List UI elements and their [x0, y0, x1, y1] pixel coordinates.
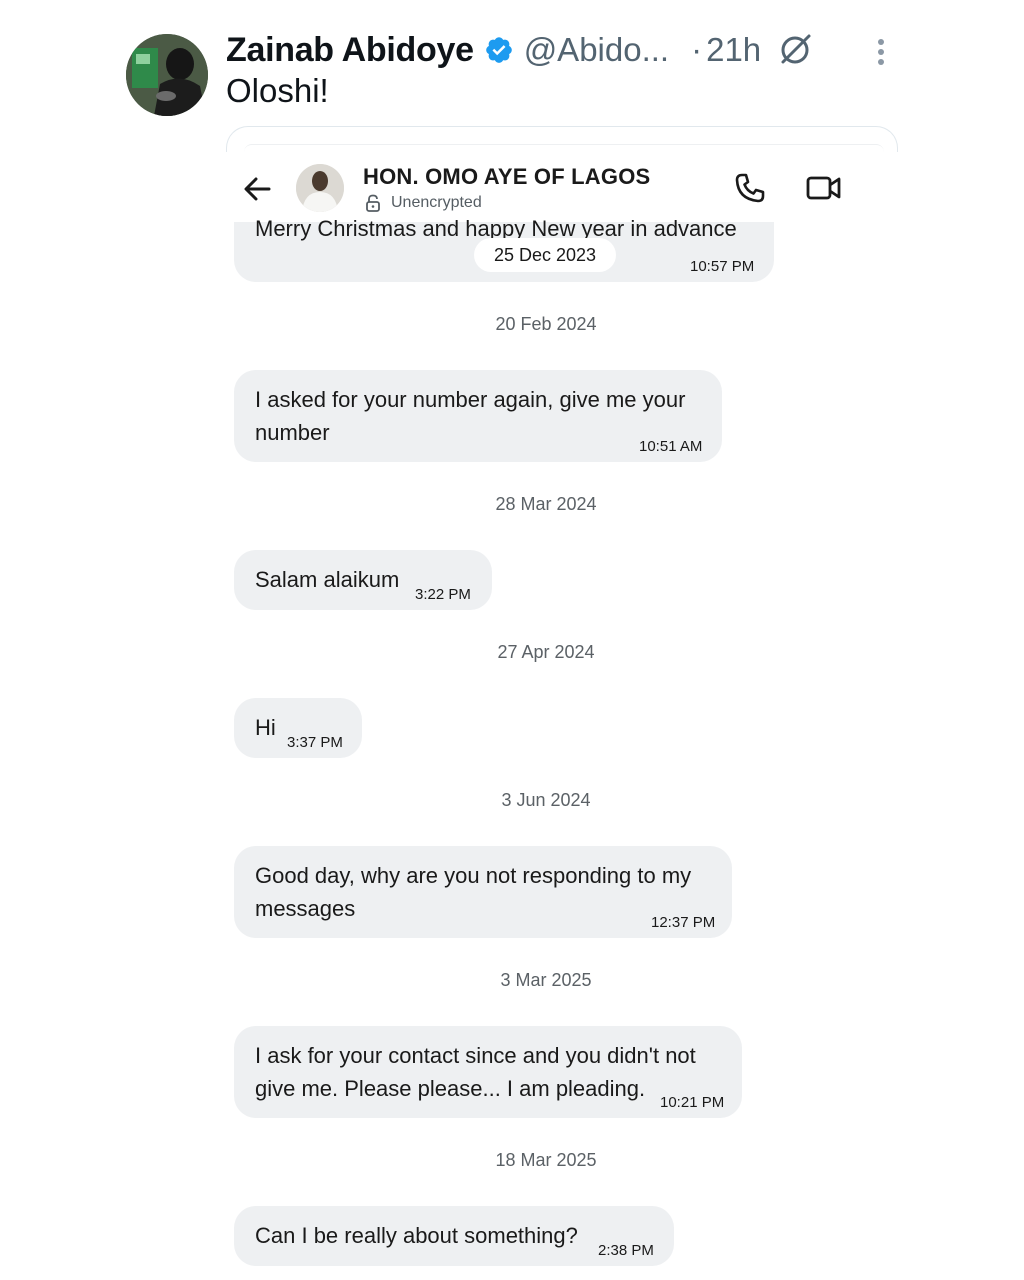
lock-icon — [366, 194, 380, 212]
message-time: 12:37 PM — [651, 914, 716, 931]
date-separator: 28 Mar 2024 — [495, 494, 597, 514]
message-time: 10:51 AM — [639, 438, 703, 455]
message-bubble[interactable]: Salam alaikum 3:22 PM — [234, 550, 492, 610]
tweet-header: Zainab Abidoye @Abido... · 21h — [226, 28, 813, 72]
verified-badge-icon — [485, 37, 512, 63]
pinned-date-chip: 25 Dec 2023 — [474, 238, 616, 272]
tweet-time[interactable]: 21h — [706, 31, 761, 69]
encryption-status: Unencrypted — [391, 194, 482, 211]
message-time: 10:57 PM — [690, 258, 755, 275]
more-options-icon[interactable] — [870, 36, 892, 68]
date-separator: 18 Mar 2025 — [495, 1150, 597, 1170]
message-text-line: Good day, why are you not responding to … — [255, 863, 692, 888]
phone-call-icon[interactable] — [734, 172, 766, 204]
author-avatar[interactable] — [126, 34, 208, 116]
message-bubble[interactable]: Hi 3:37 PM — [234, 698, 362, 758]
date-separator: 27 Apr 2024 — [497, 642, 595, 662]
author-handle[interactable]: @Abido... — [524, 31, 669, 69]
dot-separator: · — [691, 31, 703, 68]
date-separator: 3 Jun 2024 — [501, 790, 591, 810]
message-text: Can I be really about something? — [255, 1223, 578, 1248]
date-separator: 20 Feb 2024 — [495, 314, 597, 334]
grok-icon[interactable] — [777, 32, 813, 68]
media-card-divider — [244, 144, 884, 152]
back-arrow-icon[interactable] — [242, 174, 272, 204]
message-text: Hi — [255, 715, 276, 740]
message-time: 3:37 PM — [287, 734, 343, 751]
message-text-line: give me. Please please... I am pleading. — [255, 1076, 646, 1101]
message-time: 3:22 PM — [415, 586, 471, 603]
author-name[interactable]: Zainab Abidoye — [226, 31, 474, 70]
message-text-line: number — [255, 420, 330, 445]
message-bubble[interactable]: I asked for your number again, give me y… — [234, 370, 722, 462]
message-text-line: I ask for your contact since and you did… — [255, 1043, 696, 1068]
message-text-line: I asked for your number again, give me y… — [255, 387, 686, 412]
message-text-line: messages — [255, 896, 356, 921]
contact-avatar[interactable] — [296, 164, 344, 212]
message-bubble[interactable]: Good day, why are you not responding to … — [234, 846, 732, 938]
tweet-page: Zainab Abidoye @Abido... · 21h Oloshi! H… — [0, 0, 1024, 1280]
message-time: 10:21 PM — [660, 1094, 725, 1111]
date-separator: 3 Mar 2025 — [500, 970, 592, 990]
tweet-text: Oloshi! — [226, 72, 329, 109]
video-call-icon[interactable] — [806, 174, 842, 202]
message-time: 2:38 PM — [598, 1242, 654, 1259]
contact-name[interactable]: HON. OMO AYE OF LAGOS — [363, 164, 650, 190]
message-bubble[interactable]: Can I be really about something? 2:38 PM — [234, 1206, 674, 1266]
message-text: Salam alaikum — [255, 567, 400, 592]
message-bubble[interactable]: I ask for your contact since and you did… — [234, 1026, 742, 1118]
